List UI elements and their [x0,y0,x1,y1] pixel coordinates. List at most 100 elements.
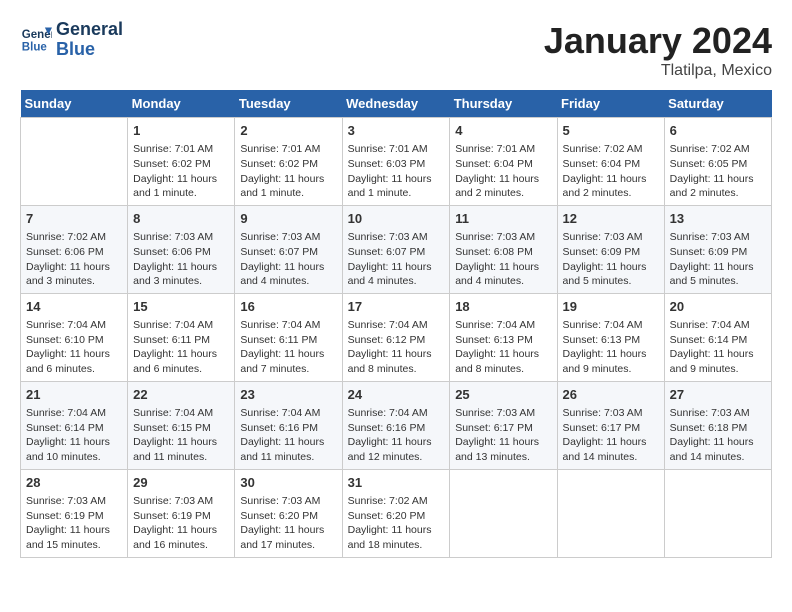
day-number: 24 [348,386,445,404]
day-number: 8 [133,210,229,228]
day-number: 13 [670,210,766,228]
calendar-table: SundayMondayTuesdayWednesdayThursdayFrid… [20,90,772,558]
calendar-body: 1 Sunrise: 7:01 AMSunset: 6:02 PMDaylight… [21,118,772,558]
day-number: 4 [455,122,551,140]
calendar-cell: 5 Sunrise: 7:02 AMSunset: 6:04 PMDaylight… [557,118,664,206]
day-info: Sunrise: 7:04 AMSunset: 6:16 PMDaylight:… [348,406,445,465]
calendar-cell: 28Sunrise: 7:03 AMSunset: 6:19 PMDayligh… [21,469,128,557]
calendar-cell: 22Sunrise: 7:04 AMSunset: 6:15 PMDayligh… [128,381,235,469]
day-info: Sunrise: 7:03 AMSunset: 6:18 PMDaylight:… [670,406,766,465]
day-info: Sunrise: 7:03 AMSunset: 6:08 PMDaylight:… [455,230,551,289]
calendar-cell: 29Sunrise: 7:03 AMSunset: 6:19 PMDayligh… [128,469,235,557]
day-info: Sunrise: 7:04 AMSunset: 6:10 PMDaylight:… [26,318,122,377]
page-header: General Blue General Blue January 2024 T… [20,20,772,80]
day-header-wednesday: Wednesday [342,90,450,118]
calendar-cell [450,469,557,557]
day-info: Sunrise: 7:04 AMSunset: 6:12 PMDaylight:… [348,318,445,377]
day-info: Sunrise: 7:01 AMSunset: 6:03 PMDaylight:… [348,142,445,201]
calendar-cell: 15Sunrise: 7:04 AMSunset: 6:11 PMDayligh… [128,293,235,381]
day-info: Sunrise: 7:03 AMSunset: 6:17 PMDaylight:… [563,406,659,465]
day-number: 5 [563,122,659,140]
calendar-cell: 9Sunrise: 7:03 AMSunset: 6:07 PMDaylight… [235,205,342,293]
day-info: Sunrise: 7:03 AMSunset: 6:19 PMDaylight:… [133,494,229,553]
location: Tlatilpa, Mexico [544,62,772,80]
day-number: 27 [670,386,766,404]
logo-text-line1: General [56,20,123,40]
calendar-cell: 13 Sunrise: 7:03 AMSunset: 6:09 PMDayligh… [664,205,771,293]
day-info: Sunrise: 7:04 AMSunset: 6:14 PMDaylight:… [670,318,766,377]
week-row-2: 7Sunrise: 7:02 AMSunset: 6:06 PMDaylight… [21,205,772,293]
calendar-cell: 4Sunrise: 7:01 AMSunset: 6:04 PMDaylight… [450,118,557,206]
calendar-cell: 19 Sunrise: 7:04 AMSunset: 6:13 PMDayligh… [557,293,664,381]
week-row-3: 14 Sunrise: 7:04 AMSunset: 6:10 PMDayligh… [21,293,772,381]
day-header-monday: Monday [128,90,235,118]
day-number: 31 [348,474,445,492]
day-info: Sunrise: 7:02 AMSunset: 6:04 PMDaylight:… [563,142,659,201]
day-info: Sunrise: 7:02 AMSunset: 6:05 PMDaylight:… [670,142,766,201]
day-number: 14 [26,298,122,316]
day-info: Sunrise: 7:04 AMSunset: 6:11 PMDaylight:… [240,318,336,377]
day-number: 6 [670,122,766,140]
day-number: 21 [26,386,122,404]
day-info: Sunrise: 7:04 AMSunset: 6:13 PMDaylight:… [455,318,551,377]
day-info: Sunrise: 7:03 AMSunset: 6:06 PMDaylight:… [133,230,229,289]
day-number: 25 [455,386,551,404]
logo: General Blue General Blue [20,20,123,60]
day-info: Sunrise: 7:03 AMSunset: 6:09 PMDaylight:… [670,230,766,289]
day-info: Sunrise: 7:02 AMSunset: 6:06 PMDaylight:… [26,230,122,289]
calendar-header-row: SundayMondayTuesdayWednesdayThursdayFrid… [21,90,772,118]
day-number: 10 [348,210,445,228]
calendar-cell: 7Sunrise: 7:02 AMSunset: 6:06 PMDaylight… [21,205,128,293]
day-number: 17 [348,298,445,316]
day-info: Sunrise: 7:01 AMSunset: 6:02 PMDaylight:… [240,142,336,201]
day-number: 18 [455,298,551,316]
day-number: 3 [348,122,445,140]
calendar-cell: 2 Sunrise: 7:01 AMSunset: 6:02 PMDaylight… [235,118,342,206]
calendar-cell [557,469,664,557]
title-block: January 2024 Tlatilpa, Mexico [544,20,772,80]
day-number: 30 [240,474,336,492]
day-number: 16 [240,298,336,316]
calendar-cell: 18 Sunrise: 7:04 AMSunset: 6:13 PMDayligh… [450,293,557,381]
day-number: 20 [670,298,766,316]
day-header-thursday: Thursday [450,90,557,118]
day-number: 11 [455,210,551,228]
calendar-cell: 30Sunrise: 7:03 AMSunset: 6:20 PMDayligh… [235,469,342,557]
day-info: Sunrise: 7:03 AMSunset: 6:17 PMDaylight:… [455,406,551,465]
day-header-tuesday: Tuesday [235,90,342,118]
calendar-cell [664,469,771,557]
day-number: 26 [563,386,659,404]
day-header-saturday: Saturday [664,90,771,118]
calendar-cell [21,118,128,206]
day-number: 12 [563,210,659,228]
calendar-cell: 1Sunrise: 7:01 AMSunset: 6:02 PMDaylight… [128,118,235,206]
calendar-cell: 20 Sunrise: 7:04 AMSunset: 6:14 PMDayligh… [664,293,771,381]
calendar-cell: 27 Sunrise: 7:03 AMSunset: 6:18 PMDayligh… [664,381,771,469]
calendar-cell: 23Sunrise: 7:04 AMSunset: 6:16 PMDayligh… [235,381,342,469]
svg-text:Blue: Blue [22,41,48,53]
calendar-cell: 11 Sunrise: 7:03 AMSunset: 6:08 PMDayligh… [450,205,557,293]
day-info: Sunrise: 7:04 AMSunset: 6:11 PMDaylight:… [133,318,229,377]
logo-icon: General Blue [20,24,52,56]
week-row-5: 28Sunrise: 7:03 AMSunset: 6:19 PMDayligh… [21,469,772,557]
day-number: 2 [240,122,336,140]
calendar-cell: 6 Sunrise: 7:02 AMSunset: 6:05 PMDaylight… [664,118,771,206]
week-row-1: 1 Sunrise: 7:01 AMSunset: 6:02 PMDaylight… [21,118,772,206]
month-title: January 2024 [544,20,772,62]
calendar-cell: 26 Sunrise: 7:03 AMSunset: 6:17 PMDayligh… [557,381,664,469]
calendar-cell: 16 Sunrise: 7:04 AMSunset: 6:11 PMDayligh… [235,293,342,381]
week-row-4: 21Sunrise: 7:04 AMSunset: 6:14 PMDayligh… [21,381,772,469]
day-info: Sunrise: 7:04 AMSunset: 6:13 PMDaylight:… [563,318,659,377]
day-header-sunday: Sunday [21,90,128,118]
day-number: 19 [563,298,659,316]
day-header-friday: Friday [557,90,664,118]
day-number: 22 [133,386,229,404]
calendar-cell: 21Sunrise: 7:04 AMSunset: 6:14 PMDayligh… [21,381,128,469]
calendar-cell: 8 Sunrise: 7:03 AMSunset: 6:06 PMDaylight… [128,205,235,293]
day-info: Sunrise: 7:03 AMSunset: 6:07 PMDaylight:… [240,230,336,289]
calendar-cell: 12Sunrise: 7:03 AMSunset: 6:09 PMDayligh… [557,205,664,293]
calendar-cell: 31Sunrise: 7:02 AMSunset: 6:20 PMDayligh… [342,469,450,557]
day-number: 1 [133,122,229,140]
day-info: Sunrise: 7:04 AMSunset: 6:16 PMDaylight:… [240,406,336,465]
calendar-cell: 14 Sunrise: 7:04 AMSunset: 6:10 PMDayligh… [21,293,128,381]
